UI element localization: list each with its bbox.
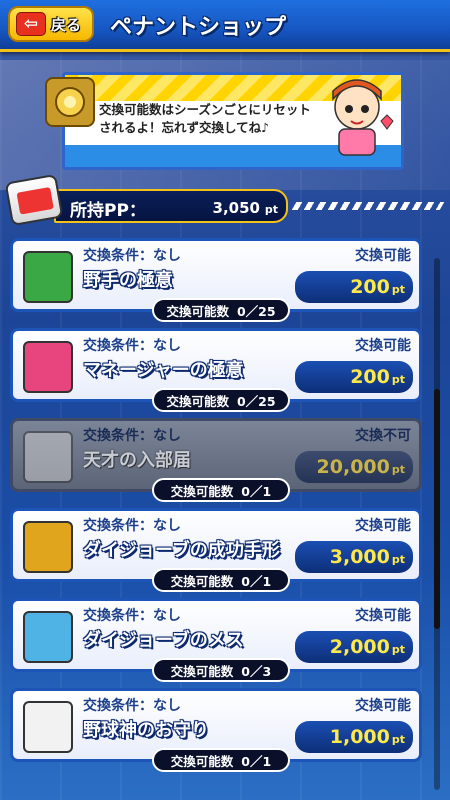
exchange-condition: 交換条件：なし <box>83 428 181 444</box>
exchange-count-pill: 交換可能数 0／1 <box>152 748 290 772</box>
count-label: 交換可能数 <box>166 303 229 319</box>
price-display: 200 pt <box>295 361 413 393</box>
count-value: 0／1 <box>241 483 272 499</box>
item-name: 野球神のお守り <box>83 720 209 741</box>
notice-line-1: 交換可能数はシーズンごとにリセット <box>99 102 311 117</box>
shop-item[interactable]: 交換条件：なし 交換可能 ダイジョーブの成功手形 3,000 pt 交換可能数 … <box>10 508 428 598</box>
price-value: 2,000 <box>329 636 390 658</box>
seal-tag-icon <box>23 521 73 573</box>
mascot-character-icon <box>317 69 397 159</box>
price-display: 1,000 pt <box>295 721 413 753</box>
count-label: 交換可能数 <box>170 483 234 499</box>
exchange-status: 交換可能 <box>355 248 411 264</box>
price-value: 1,000 <box>329 726 390 748</box>
shop-item[interactable]: 交換条件：なし 交換可能 ダイジョーブのメス 2,000 pt 交換可能数 0／… <box>10 598 428 688</box>
notice-banner: 交換可能数はシーズンごとにリセット されるよ！忘れず交換してね♪ <box>45 69 404 170</box>
decorative-dashes <box>291 202 445 210</box>
price-display: 2,000 pt <box>295 631 413 663</box>
exchange-status: 交換不可 <box>355 428 411 444</box>
item-name: ダイジョーブの成功手形 <box>83 540 280 561</box>
pp-label: 所持PP： <box>70 201 146 221</box>
page-title: ペナントショップ <box>110 15 287 40</box>
document-icon <box>23 431 73 483</box>
price-unit: pt <box>391 283 405 296</box>
exchange-condition: 交換条件：なし <box>83 698 181 714</box>
exchange-condition: 交換条件：なし <box>83 518 181 534</box>
exchange-status: 交換可能 <box>355 608 411 624</box>
count-value: 0／3 <box>241 663 272 679</box>
price-display: 200 pt <box>295 271 413 303</box>
count-label: 交換可能数 <box>170 753 234 769</box>
exchange-status: 交換可能 <box>355 518 411 534</box>
header-bar: ⇦ 戻る ペナントショップ <box>0 0 450 52</box>
shop-item-list[interactable]: 交換条件：なし 交換可能 野手の極意 200 pt 交換可能数 0／25 交換条… <box>10 238 428 800</box>
exchange-status: 交換可能 <box>355 698 411 714</box>
pp-balance-bar: 所持PP： 3,050 pt <box>0 173 450 227</box>
back-button[interactable]: ⇦ 戻る <box>8 6 94 42</box>
price-display: 20,000 pt <box>295 451 413 483</box>
count-label: 交換可能数 <box>170 573 234 589</box>
count-label: 交換可能数 <box>166 393 229 409</box>
exchange-count-pill: 交換可能数 0／1 <box>152 568 290 592</box>
item-name: 天才の入部届 <box>83 450 191 471</box>
notice-text: 交換可能数はシーズンごとにリセット されるよ！忘れず交換してね♪ <box>99 101 321 137</box>
price-value: 3,000 <box>329 546 390 568</box>
price-value: 20,000 <box>316 456 390 478</box>
exchange-condition: 交換条件：なし <box>83 608 181 624</box>
pp-panel: 所持PP： 3,050 pt <box>54 189 288 223</box>
charm-icon <box>23 701 73 753</box>
count-value: 0／25 <box>236 303 276 319</box>
fan-card-icon <box>23 341 73 393</box>
scroll-thumb[interactable] <box>434 389 440 629</box>
price-unit: pt <box>391 373 405 386</box>
count-label: 交換可能数 <box>170 663 234 679</box>
item-name: 野手の極意 <box>83 270 173 291</box>
exchange-count-pill: 交換可能数 0／25 <box>152 388 290 412</box>
price-display: 3,000 pt <box>295 541 413 573</box>
list-scrollbar[interactable] <box>434 258 440 790</box>
exchange-count-pill: 交換可能数 0／1 <box>152 478 290 502</box>
price-unit: pt <box>391 553 405 566</box>
price-unit: pt <box>391 463 405 476</box>
price-unit: pt <box>391 643 405 656</box>
shop-item[interactable]: 交換条件：なし 交換可能 マネージャーの極意 200 pt 交換可能数 0／25 <box>10 328 428 418</box>
pp-value: 3,050 <box>212 199 260 217</box>
count-value: 0／1 <box>241 753 272 769</box>
back-button-label: 戻る <box>51 15 82 34</box>
shop-item[interactable]: 交換条件：なし 交換可能 野手の極意 200 pt 交換可能数 0／25 <box>10 238 428 328</box>
exchange-count-pill: 交換可能数 0／25 <box>152 298 290 322</box>
count-value: 0／25 <box>236 393 276 409</box>
price-unit: pt <box>391 733 405 746</box>
count-value: 0／1 <box>241 573 272 589</box>
bonus-badge-icon <box>45 77 95 127</box>
shop-item[interactable]: 交換条件：なし 交換可能 野球神のお守り 1,000 pt 交換可能数 0／1 <box>10 688 428 778</box>
pp-ticket-icon <box>4 173 64 227</box>
glove-card-icon <box>23 251 73 303</box>
exchange-condition: 交換条件：なし <box>83 338 181 354</box>
shop-item[interactable]: 交換条件：なし 交換不可 天才の入部届 20,000 pt 交換可能数 0／1 <box>10 418 428 508</box>
price-value: 200 <box>350 276 390 298</box>
price-value: 200 <box>350 366 390 388</box>
item-name: マネージャーの極意 <box>83 360 244 381</box>
notice-line-2: されるよ！忘れず交換してね♪ <box>99 120 270 135</box>
scalpel-icon <box>23 611 73 663</box>
item-name: ダイジョーブのメス <box>83 630 244 651</box>
exchange-condition: 交換条件：なし <box>83 248 181 264</box>
exchange-count-pill: 交換可能数 0／3 <box>152 658 290 682</box>
exchange-status: 交換可能 <box>355 338 411 354</box>
pp-unit: pt <box>264 203 278 216</box>
back-arrow-icon: ⇦ <box>16 12 46 36</box>
